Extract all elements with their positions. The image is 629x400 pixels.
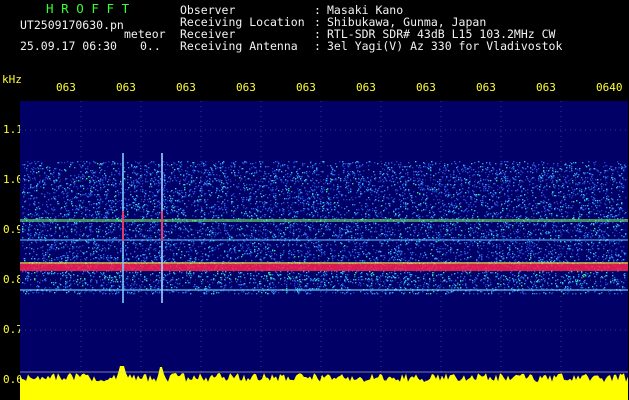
y-axis-unit: kHz — [2, 73, 22, 86]
x-tick-1: 063 — [56, 81, 76, 94]
status-field: 0.. — [140, 39, 161, 53]
meteor-echo-core — [122, 211, 124, 241]
hrofft-window: HROFFT UT2509170630.pn meteor 25.09.17 0… — [0, 0, 629, 400]
x-tick-8: 063 — [476, 81, 496, 94]
x-tick-10: 0640 — [596, 81, 623, 94]
antenna-separator: : — [314, 39, 321, 53]
meteor-echo-core — [161, 211, 163, 241]
x-tick-2: 063 — [116, 81, 136, 94]
x-tick-9: 063 — [536, 81, 556, 94]
x-tick-6: 063 — [356, 81, 376, 94]
antenna-value: 3el Yagi(V) Az 330 for Vladivostok — [327, 39, 563, 53]
carrier-band-lower — [20, 289, 628, 291]
file-name: UT2509170630.pn — [20, 18, 124, 32]
carrier-band-edge — [20, 262, 628, 264]
app-title: HROFFT — [46, 1, 137, 16]
x-tick-3: 063 — [176, 81, 196, 94]
date-time: 25.09.17 06:30 — [20, 39, 117, 53]
carrier-band-main — [20, 264, 628, 271]
x-tick-7: 063 — [416, 81, 436, 94]
carrier-band-mid — [20, 239, 628, 241]
x-tick-4: 063 — [236, 81, 256, 94]
x-tick-5: 063 — [296, 81, 316, 94]
carrier-band-upper — [20, 219, 628, 222]
spectrogram-plot — [20, 101, 628, 400]
antenna-label: Receiving Antenna — [180, 39, 298, 53]
plot-background — [20, 101, 628, 400]
